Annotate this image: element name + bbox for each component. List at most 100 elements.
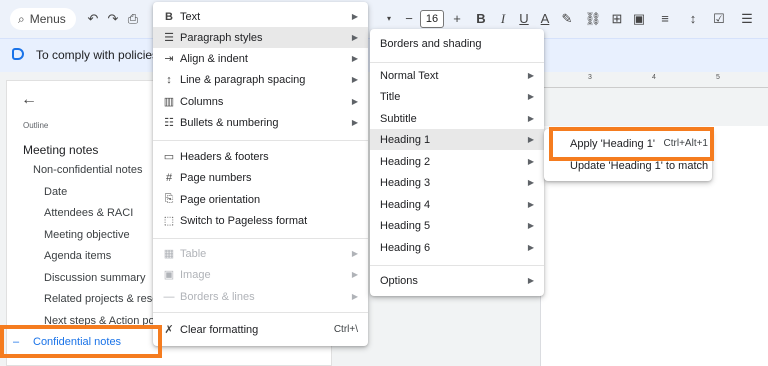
menu-item-label: Line & paragraph spacing: [180, 73, 306, 86]
menu-item-label: Image: [180, 268, 211, 281]
pageless-icon: ⬚: [163, 215, 175, 227]
submenu-arrow-icon: ▶: [527, 221, 534, 230]
underline-icon[interactable]: U: [515, 10, 533, 28]
menu-item-heading-5[interactable]: Heading 5 ▶: [370, 215, 544, 236]
menu-item-bullets-numbering[interactable]: ☷ Bullets & numbering ▶: [153, 112, 368, 133]
decrease-font-icon[interactable]: −: [400, 10, 418, 28]
menu-item-text[interactable]: B Text ▶: [153, 6, 368, 27]
font-size-input[interactable]: 16: [420, 10, 444, 28]
menu-item-heading-6[interactable]: Heading 6 ▶: [370, 237, 544, 258]
clear-formatting-icon: ✗: [164, 324, 174, 336]
menu-item-label: Columns: [180, 95, 224, 108]
outline-item-discussion-summary[interactable]: Discussion summary: [44, 272, 145, 284]
menu-item-title[interactable]: Title ▶: [370, 86, 544, 107]
submenu-arrow-icon: ▶: [527, 114, 534, 123]
submenu-arrow-icon: ▶: [527, 178, 534, 187]
menu-item-label: Subtitle: [380, 112, 417, 125]
menu-divider: [153, 312, 368, 313]
line-spacing-icon: ↕: [166, 73, 172, 86]
indent-icon: ⇥: [164, 53, 174, 65]
menu-item-headers-footers[interactable]: ▭ Headers & footers: [153, 146, 368, 167]
submenu-arrow-icon: ▶: [351, 75, 358, 84]
outline-item-agenda-items[interactable]: Agenda items: [44, 250, 111, 262]
menu-item-label: Page orientation: [180, 193, 261, 206]
menu-divider: [370, 265, 544, 266]
menus-search-button[interactable]: ⌕ Menus: [10, 8, 76, 30]
menu-item-label: Headers & footers: [180, 150, 269, 163]
menu-item-label: Heading 2: [380, 155, 431, 168]
redo-icon[interactable]: ↷: [104, 10, 122, 28]
menu-item-normal-text[interactable]: Normal Text ▶: [370, 65, 544, 86]
menu-item-borders-lines: — Borders & lines ▶: [153, 286, 368, 307]
menu-item-align-indent[interactable]: ⇥ Align & indent ▶: [153, 48, 368, 69]
align-icon[interactable]: ≡: [656, 10, 674, 28]
menu-item-heading-3[interactable]: Heading 3 ▶: [370, 172, 544, 193]
menu-item-line-spacing[interactable]: ↕ Line & paragraph spacing ▶: [153, 69, 368, 90]
menu-item-heading-4[interactable]: Heading 4 ▶: [370, 194, 544, 215]
label-icon: [12, 48, 24, 60]
highlight-icon[interactable]: ✎: [558, 10, 576, 28]
image-icon[interactable]: ▣: [630, 10, 648, 28]
outline-item-date[interactable]: Date: [44, 186, 67, 198]
italic-icon[interactable]: I: [494, 10, 512, 28]
undo-icon[interactable]: ↶: [84, 10, 102, 28]
menu-item-page-orientation[interactable]: ⎘ Page orientation: [153, 189, 368, 210]
menu-item-page-numbers[interactable]: # Page numbers: [153, 167, 368, 188]
menu-item-clear-formatting[interactable]: ✗ Clear formatting Ctrl+\: [153, 319, 368, 340]
submenu-arrow-icon: ▶: [527, 243, 534, 252]
page-orientation-icon: ⎘: [164, 193, 174, 205]
outline-label: Outline: [23, 121, 49, 130]
outline-item-non-confidential-notes[interactable]: Non-confidential notes: [33, 164, 142, 176]
menu-item-label: Table: [180, 247, 207, 260]
submenu-arrow-icon: ▶: [351, 118, 358, 127]
outline-item-related-projects[interactable]: Related projects & resour: [44, 293, 168, 305]
menu-item-heading-2[interactable]: Heading 2 ▶: [370, 151, 544, 172]
headers-footers-icon: ▭: [163, 151, 175, 163]
menu-item-subtitle[interactable]: Subtitle ▶: [370, 108, 544, 129]
menu-item-pageless-format[interactable]: ⬚ Switch to Pageless format: [153, 210, 368, 231]
menu-item-label: Update 'Heading 1' to match: [570, 159, 709, 172]
submenu-arrow-icon: ▶: [527, 276, 534, 285]
back-arrow-icon[interactable]: ←: [21, 91, 37, 109]
print-icon[interactable]: ⎙: [124, 10, 142, 28]
outline-item-attendees[interactable]: Attendees & RACI: [44, 207, 133, 219]
menu-item-heading-1[interactable]: Heading 1 ▶: [370, 129, 544, 150]
line-spacing-icon[interactable]: ↕: [684, 10, 702, 28]
menu-item-borders-shading[interactable]: Borders and shading: [370, 33, 544, 54]
menu-item-label: Heading 6: [380, 241, 431, 254]
ruler-label: 4: [652, 74, 656, 81]
menu-item-label: Heading 3: [380, 176, 431, 189]
outline-item-meeting-objective[interactable]: Meeting objective: [44, 229, 130, 241]
link-icon[interactable]: ⛓: [584, 10, 602, 28]
menu-item-label: Clear formatting: [180, 323, 259, 336]
search-icon: ⌕: [18, 11, 25, 26]
page-numbers-icon: #: [165, 171, 173, 184]
shortcut-label: Ctrl+\: [333, 324, 358, 335]
submenu-arrow-icon: ▶: [527, 200, 534, 209]
menu-item-label: Borders and shading: [380, 37, 482, 50]
menus-label: Menus: [29, 12, 66, 26]
menu-item-paragraph-styles[interactable]: ☰ Paragraph styles ▶: [153, 27, 368, 48]
comment-icon[interactable]: ⊞: [608, 10, 626, 28]
outline-item-meeting-notes[interactable]: Meeting notes: [23, 143, 98, 157]
menu-item-table: ▦ Table ▶: [153, 243, 368, 264]
menu-item-label: Align & indent: [180, 52, 248, 65]
paragraph-styles-icon: ☰: [164, 32, 174, 44]
bold-icon[interactable]: B: [472, 10, 490, 28]
menu-divider: [370, 62, 544, 63]
checklist-icon[interactable]: ☑: [710, 10, 728, 28]
menu-item-label: Switch to Pageless format: [180, 214, 308, 227]
menu-item-label: Normal Text: [380, 69, 439, 82]
font-dropdown-icon[interactable]: ▾: [380, 10, 398, 28]
submenu-arrow-icon: ▶: [351, 97, 358, 106]
menu-item-columns[interactable]: ▥ Columns ▶: [153, 91, 368, 112]
text-color-icon[interactable]: A: [536, 10, 554, 28]
menu-item-label: Heading 4: [380, 198, 431, 211]
bullets-icon[interactable]: ☰: [738, 10, 756, 28]
menu-divider: [153, 238, 368, 239]
menu-item-options[interactable]: Options ▶: [370, 270, 544, 291]
submenu-arrow-icon: ▶: [351, 270, 358, 279]
submenu-arrow-icon: ▶: [351, 249, 358, 258]
increase-font-icon[interactable]: +: [448, 10, 466, 28]
submenu-arrow-icon: ▶: [527, 157, 534, 166]
